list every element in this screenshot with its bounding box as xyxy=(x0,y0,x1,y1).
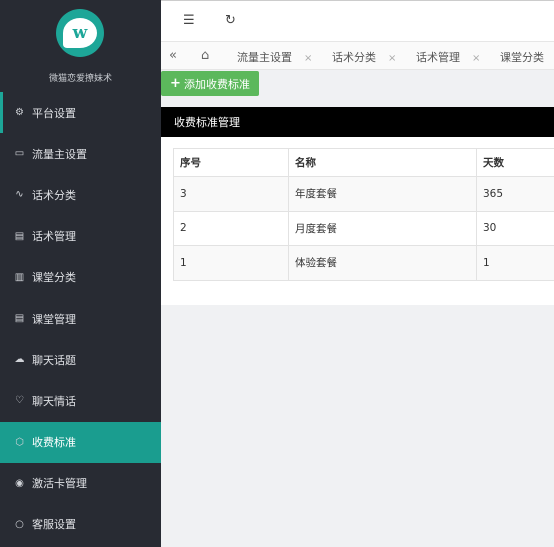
tab[interactable]: 话术管理 × xyxy=(416,49,480,65)
table-cell: 2 xyxy=(173,210,289,246)
main-area: ☰ ↻ « ⌂ 流量主设置 × 话术分类 × 话术管理 × 课堂分类 + 添加收费标准 收费… xyxy=(161,0,554,547)
sidebar-item-label: 聊天话题 xyxy=(32,353,76,367)
table-header-row: 序号 名称 天数 xyxy=(173,148,554,177)
gear-icon: ⚙ xyxy=(15,107,24,119)
sidebar-item[interactable]: ∿ 话术分类 xyxy=(0,174,161,215)
heart-icon: ♡ xyxy=(15,395,24,407)
tab-close-icon[interactable]: × xyxy=(388,53,396,64)
sidebar-item-label: 聊天情话 xyxy=(32,394,76,408)
column-header: 天数 xyxy=(476,148,554,177)
tabs-bar: « ⌂ 流量主设置 × 话术分类 × 话术管理 × 课堂分类 xyxy=(161,41,554,70)
sidebar-item[interactable]: ▭ 流量主设置 xyxy=(0,133,161,174)
tab[interactable]: 课堂分类 xyxy=(500,49,544,65)
table-cell: 365 xyxy=(476,176,554,212)
table-row: 3 年度套餐 365 xyxy=(173,176,554,212)
table-cell: 年度套餐 xyxy=(288,176,477,212)
sidebar-item[interactable]: ⬡ 收费标准 xyxy=(0,421,161,463)
chat-icon: ☁ xyxy=(14,354,25,366)
topbar: ☰ ↻ xyxy=(161,0,554,41)
add-fee-standard-button[interactable]: + 添加收费标准 xyxy=(161,71,259,96)
panel-title: 收费标准管理 xyxy=(161,107,554,137)
logo-area: w 微猫恋爱撩妹术 xyxy=(0,0,161,92)
column-header: 序号 xyxy=(173,148,289,177)
tabs-back-icon[interactable]: « xyxy=(169,48,177,63)
table-cell: 30 xyxy=(476,210,554,246)
brand-name: 微猫恋爱撩妹术 xyxy=(48,74,112,84)
sidebar-item-label: 流量主设置 xyxy=(32,147,87,161)
sidebar-item-label: 收费标准 xyxy=(32,436,76,450)
sidebar-item-label: 课堂分类 xyxy=(32,271,76,285)
fee-table: 序号 名称 天数 3 年度套餐 365 2 月度套餐 30 1 体验套餐 1 xyxy=(173,148,554,281)
add-button-label: 添加收费标准 xyxy=(183,77,250,91)
sidebar-item[interactable]: ♡ 聊天情话 xyxy=(0,380,161,421)
document-icon: ▤ xyxy=(14,230,25,242)
menu-toggle-icon[interactable]: ☰ xyxy=(183,13,195,28)
video-icon: ▭ xyxy=(14,148,25,160)
table-cell: 1 xyxy=(476,245,554,281)
logo-letter: w xyxy=(63,18,97,48)
sidebar-item-label: 话术分类 xyxy=(32,188,76,202)
table-cell: 月度套餐 xyxy=(288,210,477,246)
pulse-icon: ∿ xyxy=(15,189,24,201)
sidebar-item[interactable]: ○ 客服设置 xyxy=(0,504,161,545)
sidebar-item-label: 课堂管理 xyxy=(32,312,76,326)
book-icon: ▥ xyxy=(14,271,25,283)
tab-label: 话术管理 xyxy=(416,51,460,64)
support-icon: ○ xyxy=(15,518,24,530)
sidebar-item-label: 激活卡管理 xyxy=(32,477,87,491)
table-row: 1 体验套餐 1 xyxy=(173,245,554,281)
tab-label: 课堂分类 xyxy=(500,51,544,64)
tab-close-icon[interactable]: × xyxy=(304,53,312,64)
tab[interactable]: 话术分类 × xyxy=(332,49,396,65)
refresh-icon[interactable]: ↻ xyxy=(225,13,236,28)
sidebar-item-label: 话术管理 xyxy=(32,230,76,244)
sidebar-item[interactable]: ◉ 激活卡管理 xyxy=(0,463,161,504)
sidebar-item[interactable]: ⚙ 平台设置 xyxy=(0,92,161,134)
logo: w xyxy=(56,9,104,57)
table-cell: 3 xyxy=(173,176,289,212)
tab-close-icon[interactable]: × xyxy=(472,53,480,64)
circle-icon: ◉ xyxy=(15,477,24,489)
home-icon[interactable]: ⌂ xyxy=(201,48,209,63)
tab[interactable]: 流量主设置 × xyxy=(237,49,312,65)
file-icon: ▤ xyxy=(14,313,25,325)
fee-standard-panel: 收费标准管理 序号 名称 天数 3 年度套餐 365 2 月度套餐 30 1 体验套餐 1 xyxy=(161,107,554,305)
tab-label: 话术分类 xyxy=(332,51,376,64)
sidebar-item[interactable]: ▤ 话术管理 xyxy=(0,216,161,257)
column-header: 名称 xyxy=(288,148,477,177)
cube-icon: ⬡ xyxy=(15,436,24,448)
tab-label: 流量主设置 xyxy=(237,51,292,64)
plus-icon: + xyxy=(170,76,181,91)
sidebar-item-label: 平台设置 xyxy=(32,106,76,120)
sidebar: w 微猫恋爱撩妹术 ⚙ 平台设置 ▭ 流量主设置 ∿ 话术分类 ▤ 话术管理 ▥ 课堂分类 ▤ 课堂管… xyxy=(0,0,161,547)
sidebar-item[interactable]: ▤ 课堂管理 xyxy=(0,298,161,339)
table-cell: 1 xyxy=(173,245,289,281)
table-cell: 体验套餐 xyxy=(288,245,477,281)
sidebar-item-label: 客服设置 xyxy=(32,518,76,532)
table-row: 2 月度套餐 30 xyxy=(173,210,554,246)
sidebar-item[interactable]: ▥ 课堂分类 xyxy=(0,257,161,298)
sidebar-item[interactable]: ☁ 聊天话题 xyxy=(0,339,161,380)
